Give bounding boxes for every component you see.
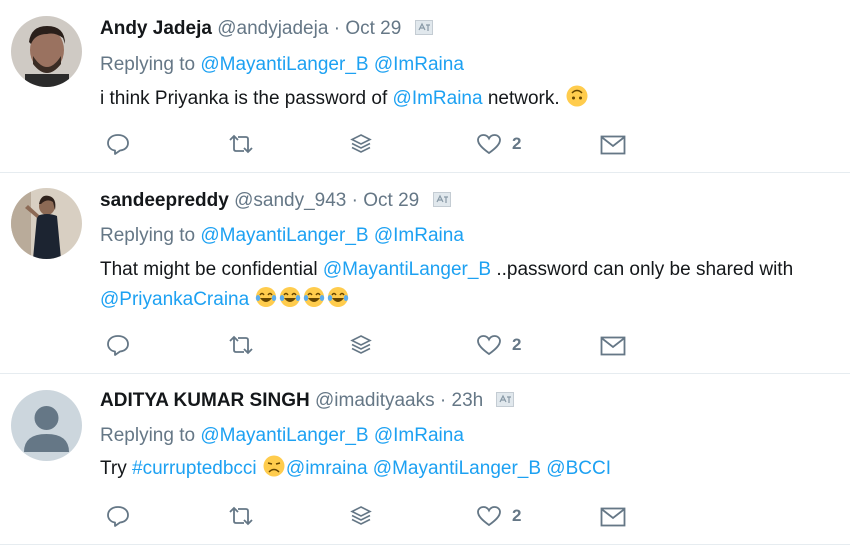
reply-button[interactable] — [106, 133, 130, 155]
mention-link[interactable]: @imraina — [286, 458, 368, 479]
replying-prefix: Replying to — [100, 54, 196, 75]
text-segment: network. — [482, 88, 565, 109]
like-count: 2 — [512, 335, 522, 354]
text-segment: That might be confidential — [100, 259, 323, 280]
tweet-text: Try #curruptedbcci @imraina @MayantiLang… — [100, 454, 840, 484]
tweet-header: sandeepreddy @sandy_943 · Oct 29 — [100, 190, 451, 212]
like-button[interactable]: 2 — [476, 333, 521, 357]
translate-icon — [414, 20, 433, 35]
replying-prefix: Replying to — [100, 425, 196, 446]
mail-icon — [600, 336, 626, 356]
upside-down-face-emoji-icon — [566, 85, 588, 107]
like-count: 2 — [512, 134, 522, 153]
tweet[interactable]: sandeepreddy @sandy_943 · Oct 29 Replyin… — [0, 173, 850, 374]
avatar[interactable] — [11, 188, 82, 259]
tweet-text: That might be confidential @MayantiLange… — [100, 255, 840, 315]
translate-icon — [432, 192, 451, 207]
user-handle[interactable]: @andyjadeja — [217, 18, 328, 39]
heart-icon — [477, 335, 501, 356]
reply-icon — [107, 134, 129, 155]
text-segment: Try — [100, 458, 133, 479]
mention-link[interactable]: @ImRaina — [374, 425, 464, 446]
mention-link[interactable]: @ImRaina — [393, 88, 483, 109]
mention-link[interactable]: @ImRaina — [374, 225, 464, 246]
translate-icon — [496, 392, 515, 407]
user-handle[interactable]: @imadityaaks — [315, 390, 435, 411]
retweet-button[interactable] — [227, 506, 255, 526]
direct-message-button[interactable] — [600, 135, 626, 155]
tears-of-joy-emoji-icon — [256, 287, 277, 307]
stack-icon — [350, 134, 372, 153]
hashtag-link[interactable]: #curruptedbcci — [132, 458, 257, 479]
user-handle[interactable]: @sandy_943 — [234, 190, 346, 211]
display-name[interactable]: sandeepreddy — [100, 190, 229, 211]
mail-icon — [600, 507, 626, 527]
like-count: 2 — [512, 506, 522, 525]
mail-icon — [600, 135, 626, 155]
retweet-button[interactable] — [227, 134, 255, 154]
mention-link[interactable]: @MayantiLanger_B — [200, 225, 368, 246]
mention-link[interactable]: @MayantiLanger_B — [200, 54, 368, 75]
replying-to: Replying to @MayantiLanger_B @ImRaina — [100, 54, 464, 76]
like-button[interactable]: 2 — [476, 504, 521, 528]
avatar[interactable] — [11, 16, 82, 87]
stack-button[interactable] — [350, 334, 372, 356]
replying-prefix: Replying to — [100, 225, 196, 246]
separator-dot: · — [439, 390, 447, 411]
separator-dot: · — [333, 18, 341, 39]
reply-button[interactable] — [106, 505, 130, 527]
text-segment: i think Priyanka is the password of — [100, 88, 393, 109]
timestamp[interactable]: 23h — [452, 390, 484, 411]
tweet[interactable]: Andy Jadeja @andyjadeja · Oct 29 Replyin… — [0, 0, 850, 173]
separator-dot: · — [351, 190, 358, 211]
direct-message-button[interactable] — [600, 336, 626, 356]
stack-icon — [350, 506, 372, 525]
tweet-divider — [0, 544, 850, 545]
timestamp[interactable]: Oct 29 — [363, 190, 419, 211]
mention-link[interactable]: @ImRaina — [374, 54, 464, 75]
mention-link[interactable]: @MayantiLanger_B — [323, 259, 491, 280]
mention-link[interactable]: @BCCI — [546, 458, 611, 479]
replying-to: Replying to @MayantiLanger_B @ImRaina — [100, 425, 464, 447]
mention-link[interactable]: @MayantiLanger_B — [200, 425, 368, 446]
tears-of-joy-emoji-icon — [280, 287, 301, 307]
tweet-text: i think Priyanka is the password of @ImR… — [100, 84, 840, 114]
display-name[interactable]: Andy Jadeja — [100, 18, 212, 39]
reply-button[interactable] — [106, 334, 130, 356]
tweet-header: ADITYA KUMAR SINGH @imadityaaks · 23h — [100, 390, 515, 412]
heart-icon — [477, 134, 501, 155]
mention-link[interactable]: @MayantiLanger_B — [373, 458, 541, 479]
tweet-header: Andy Jadeja @andyjadeja · Oct 29 — [100, 18, 433, 40]
stack-icon — [350, 335, 372, 354]
heart-icon — [477, 506, 501, 527]
stack-button[interactable] — [350, 133, 372, 155]
tears-of-joy-emoji-icon — [328, 287, 349, 307]
reply-icon — [107, 506, 129, 527]
reply-icon — [107, 335, 129, 356]
retweet-icon — [229, 506, 253, 526]
display-name[interactable]: ADITYA KUMAR SINGH — [100, 390, 310, 411]
text-segment: ..password can only be shared with — [491, 259, 794, 280]
retweet-icon — [229, 335, 253, 355]
replying-to: Replying to @MayantiLanger_B @ImRaina — [100, 225, 464, 247]
mention-link[interactable]: @PriyankaCraina — [100, 289, 249, 310]
direct-message-button[interactable] — [600, 507, 626, 527]
retweet-icon — [229, 134, 253, 154]
retweet-button[interactable] — [227, 335, 255, 355]
disappointed-face-emoji-icon — [263, 455, 285, 477]
tweet[interactable]: ADITYA KUMAR SINGH @imadityaaks · 23h Re… — [0, 374, 850, 545]
avatar[interactable] — [11, 390, 82, 461]
stack-button[interactable] — [350, 505, 372, 527]
timestamp[interactable]: Oct 29 — [345, 18, 401, 39]
like-button[interactable]: 2 — [476, 132, 521, 156]
tears-of-joy-emoji-icon — [304, 287, 325, 307]
